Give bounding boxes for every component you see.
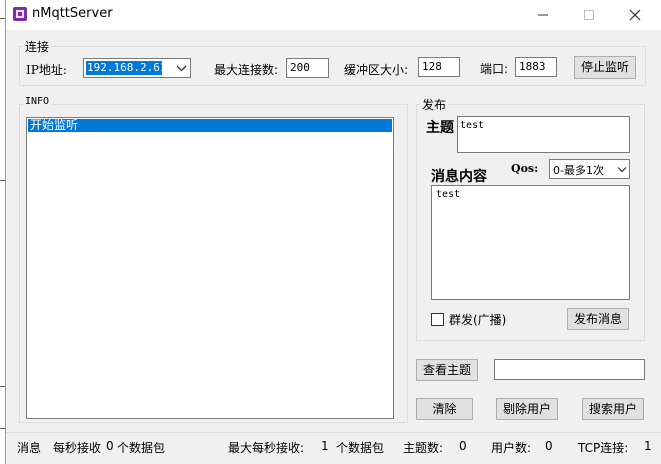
status-message-label: 消息	[17, 441, 42, 455]
publish-group-label: 发布	[420, 96, 449, 113]
status-tcp-value: 1	[644, 439, 652, 453]
minimize-icon	[538, 14, 548, 16]
topic-input[interactable]: test	[457, 116, 630, 153]
status-tcp-label: TCP连接:	[578, 441, 629, 455]
port-label: 端口:	[480, 62, 509, 76]
window-title: nMqttServer	[32, 6, 113, 21]
stop-listening-button[interactable]: 停止监听	[574, 56, 636, 79]
app-icon	[13, 7, 27, 21]
ip-label: IP地址:	[26, 63, 67, 77]
title-bar[interactable]: nMqttServer	[6, 0, 661, 30]
qos-select[interactable]: 0-最多1次	[549, 159, 630, 179]
publish-message-button[interactable]: 发布消息	[567, 308, 629, 330]
status-per-second-value: 0	[106, 439, 114, 453]
broadcast-label: 群发(广播)	[449, 313, 507, 327]
status-max-per-second-value: 1	[321, 439, 329, 453]
status-bar: 消息 每秒接收 0 个数据包 最大每秒接收: 1 个数据包 主题数: 0 用户数…	[6, 432, 661, 464]
qos-select-value: 0-最多1次	[553, 164, 604, 177]
status-users-label: 用户数:	[491, 441, 532, 455]
main-window: nMqttServer 连接 IP地址: 192.168.2.61 最大连接数:…	[5, 0, 661, 464]
info-group-label: INFO	[23, 96, 52, 107]
buffer-size-label: 缓冲区大小:	[344, 63, 409, 77]
chevron-down-icon	[617, 167, 627, 173]
message-input[interactable]: test	[431, 185, 630, 300]
maximize-button[interactable]	[566, 0, 612, 30]
clear-button[interactable]: 清除	[416, 398, 473, 420]
status-topics-value: 0	[459, 439, 467, 453]
view-topics-input[interactable]	[494, 359, 645, 380]
close-icon	[629, 9, 641, 21]
close-button[interactable]	[612, 0, 658, 30]
status-per-second-suffix: 个数据包	[117, 441, 166, 455]
chevron-down-icon	[176, 65, 187, 72]
max-connections-input[interactable]: 200	[286, 58, 329, 78]
view-topics-button[interactable]: 查看主题	[416, 359, 478, 381]
maximize-icon	[584, 10, 594, 20]
status-max-per-second-suffix: 个数据包	[336, 441, 385, 455]
connection-group-label: 连接	[23, 38, 52, 55]
list-item[interactable]: 开始监听	[28, 119, 392, 132]
status-max-per-second-label: 最大每秒接收:	[228, 441, 305, 455]
broadcast-checkbox[interactable]	[431, 313, 444, 326]
qos-label: Qos:	[511, 162, 539, 175]
status-per-second-prefix: 每秒接收	[53, 441, 102, 455]
ip-select-value: 192.168.2.61	[86, 61, 167, 75]
ip-select[interactable]: 192.168.2.61	[83, 58, 191, 78]
port-input[interactable]: 1883	[515, 57, 557, 77]
buffer-size-input[interactable]: 128	[418, 57, 460, 77]
status-users-value: 0	[545, 439, 553, 453]
max-connections-label: 最大连接数:	[214, 63, 279, 77]
kick-user-button[interactable]: 剔除用户	[496, 398, 558, 420]
status-topics-label: 主题数:	[403, 441, 444, 455]
message-label: 消息内容	[431, 169, 487, 185]
minimize-button[interactable]	[520, 0, 566, 30]
info-log-list[interactable]: 开始监听	[26, 117, 394, 419]
search-user-button[interactable]: 搜索用户	[582, 398, 644, 420]
topic-label: 主题	[426, 120, 454, 136]
